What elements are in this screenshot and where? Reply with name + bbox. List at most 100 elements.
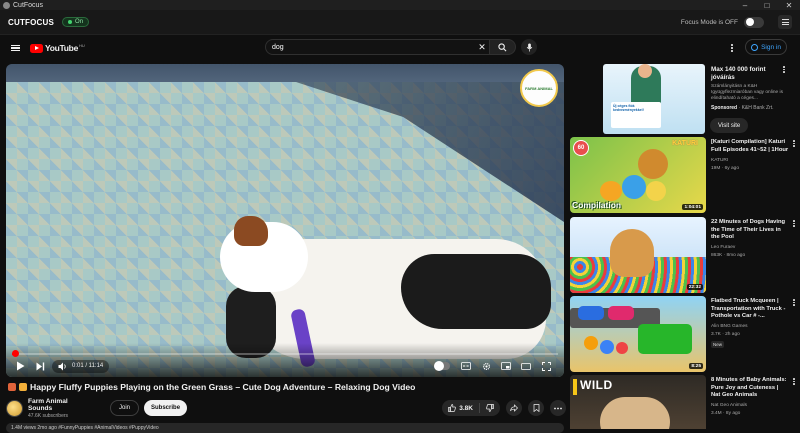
recommendations-sidebar: Új céges fiók kedvezményekkel! Max 140 0… <box>570 64 800 429</box>
sign-in-button[interactable]: Sign in <box>745 39 787 55</box>
video-player[interactable]: FARM ANIMAL 0:01 / 11:14 <box>6 64 564 377</box>
fullscreen-button[interactable] <box>538 359 554 373</box>
video-duration: 1:04:01 <box>682 204 703 210</box>
country-code: HU <box>79 43 85 48</box>
save-button[interactable] <box>528 400 544 416</box>
rec-channel[interactable]: Nat Geo Animals <box>711 403 747 408</box>
next-icon <box>36 362 44 370</box>
window-title: CutFocus <box>13 1 43 9</box>
rec-more-icon[interactable] <box>792 299 796 307</box>
video-thumbnail[interactable]: 8:25 <box>570 296 706 372</box>
cutfocus-bar: CUTFOCUS On Focus Mode is OFF <box>0 10 800 35</box>
focus-mode-toggle[interactable] <box>744 16 764 28</box>
thumbs-up-icon <box>448 404 457 412</box>
progress-bar[interactable] <box>12 350 558 357</box>
ad-description: Számlányitásn a K&H Igyügyflezmiaróban v… <box>711 84 783 102</box>
rec-title[interactable]: [Katuri Compilation] Katuri Full Episode… <box>711 139 789 154</box>
youtube-logo[interactable]: YouTube HU <box>30 43 85 53</box>
rec-channel[interactable]: Leo Furaev <box>711 245 735 250</box>
rec-meta: 3.7K · 2h ago <box>711 332 740 337</box>
cutfocus-logo: CUTFOCUS <box>8 17 55 27</box>
gear-icon <box>482 362 490 370</box>
settings-more-icon[interactable] <box>729 42 735 54</box>
ad-more-icon[interactable] <box>782 66 786 74</box>
rec-more-icon[interactable] <box>792 378 796 386</box>
video-actions: 3.8K <box>442 400 566 416</box>
description-box[interactable]: 1.4M views 2mo ago #FunnyPuppies #Animal… <box>6 423 564 433</box>
dislike-button[interactable] <box>480 403 500 413</box>
channel-avatar[interactable] <box>6 399 23 417</box>
list-item[interactable]: WILD 8 Minutes of Baby Animals: Pure Joy… <box>570 375 800 429</box>
list-item[interactable]: 60 KATURI Compilation 1:04:01 [Katuri Co… <box>570 137 800 213</box>
cutfocus-menu-button[interactable] <box>778 15 792 29</box>
rec-channel[interactable]: KATURI <box>711 158 728 163</box>
autoplay-toggle[interactable] <box>434 361 450 371</box>
cutfocus-status-badge[interactable]: On <box>62 17 90 27</box>
like-count: 3.8K <box>459 404 473 412</box>
rec-meta: 863K · 8mo ago <box>711 253 746 258</box>
ad-title[interactable]: Max 140 000 forint jóváírás <box>711 66 791 82</box>
rec-channel[interactable]: Alin BNG Games <box>711 324 748 329</box>
subscribe-button[interactable]: Subscribe <box>144 400 188 416</box>
clear-search-icon[interactable]: ✕ <box>475 42 489 53</box>
sponsored-ad[interactable]: Új céges fiók kedvezményekkel! Max 140 0… <box>570 64 800 136</box>
search-icon <box>498 42 507 51</box>
video-thumbnail[interactable]: 22:32 <box>570 217 706 293</box>
play-button[interactable] <box>12 359 28 373</box>
rec-more-icon[interactable] <box>792 140 796 148</box>
dog-emoji-icon <box>8 383 16 391</box>
more-actions-button[interactable] <box>550 400 566 416</box>
video-thumbnail[interactable]: WILD <box>570 375 706 429</box>
video-title-text: Happy Fluffy Puppies Playing on the Gree… <box>30 382 416 392</box>
window-titlebar: CutFocus – □ ✕ <box>0 0 800 10</box>
close-window-icon[interactable]: ✕ <box>778 1 800 10</box>
theater-mode-button[interactable] <box>518 359 534 373</box>
search-input[interactable]: dog ✕ <box>265 39 490 55</box>
progress-scrubber[interactable] <box>12 350 20 357</box>
fullscreen-icon <box>541 361 551 371</box>
youtube-header: YouTube HU dog ✕ Sign in <box>0 36 800 60</box>
rec-title[interactable]: 22 Minutes of Dogs Having the Time of Th… <box>711 219 789 242</box>
subscriber-count: 47.6K subscribers <box>28 412 69 419</box>
search-query[interactable]: dog <box>272 44 475 51</box>
more-horizontal-icon <box>554 407 562 409</box>
settings-button[interactable] <box>478 359 494 373</box>
status-dot-icon <box>68 20 73 24</box>
minimize-icon[interactable]: – <box>734 1 756 10</box>
join-button[interactable]: Join <box>110 400 140 416</box>
visit-site-button[interactable]: Visit site <box>710 118 749 133</box>
time-display: 0:01 / 11:14 <box>72 363 104 369</box>
hamburger-menu-icon[interactable] <box>11 44 20 52</box>
rec-title[interactable]: Flatbed Truck Mcqueen | Transportation w… <box>711 298 789 321</box>
share-icon <box>510 404 518 412</box>
volume-icon[interactable] <box>58 362 68 371</box>
channel-watermark[interactable]: FARM ANIMAL <box>520 69 558 107</box>
rec-title[interactable]: 8 Minutes of Baby Animals: Pure Joy and … <box>711 377 789 400</box>
youtube-play-icon <box>30 43 43 53</box>
like-button[interactable]: 3.8K <box>442 403 480 413</box>
rec-more-icon[interactable] <box>792 220 796 228</box>
channel-name[interactable]: Farm Animal Sounds <box>28 398 90 412</box>
time-and-volume: 0:01 / 11:14 <box>52 359 110 373</box>
video-thumbnail[interactable]: 60 KATURI Compilation 1:04:01 <box>570 137 706 213</box>
list-item[interactable]: 8:25 Flatbed Truck Mcqueen | Transportat… <box>570 296 800 372</box>
maximize-icon[interactable]: □ <box>756 1 778 10</box>
account-icon <box>751 43 759 51</box>
share-button[interactable] <box>506 400 522 416</box>
ad-card-text: Új céges fiók kedvezményekkel! <box>611 102 661 128</box>
search-button[interactable] <box>490 39 516 55</box>
microphone-icon <box>526 42 532 52</box>
ad-advertiser: K&H Bank Zrt. <box>741 105 774 111</box>
bookmark-icon <box>533 404 539 412</box>
video-duration: 8:25 <box>689 363 703 369</box>
new-badge: New <box>711 341 725 348</box>
subtitles-button[interactable] <box>458 359 474 373</box>
list-item[interactable]: 22:32 22 Minutes of Dogs Having the Time… <box>570 217 800 293</box>
video-title: Happy Fluffy Puppies Playing on the Gree… <box>8 382 558 392</box>
next-button[interactable] <box>32 359 48 373</box>
ad-thumbnail[interactable]: Új céges fiók kedvezményekkel! <box>603 64 705 134</box>
voice-search-button[interactable] <box>521 39 537 55</box>
channel-row: Farm Animal Sounds 47.6K subscribers Joi… <box>6 397 566 419</box>
youtube-wordmark: YouTube <box>45 43 78 53</box>
miniplayer-button[interactable] <box>498 359 514 373</box>
